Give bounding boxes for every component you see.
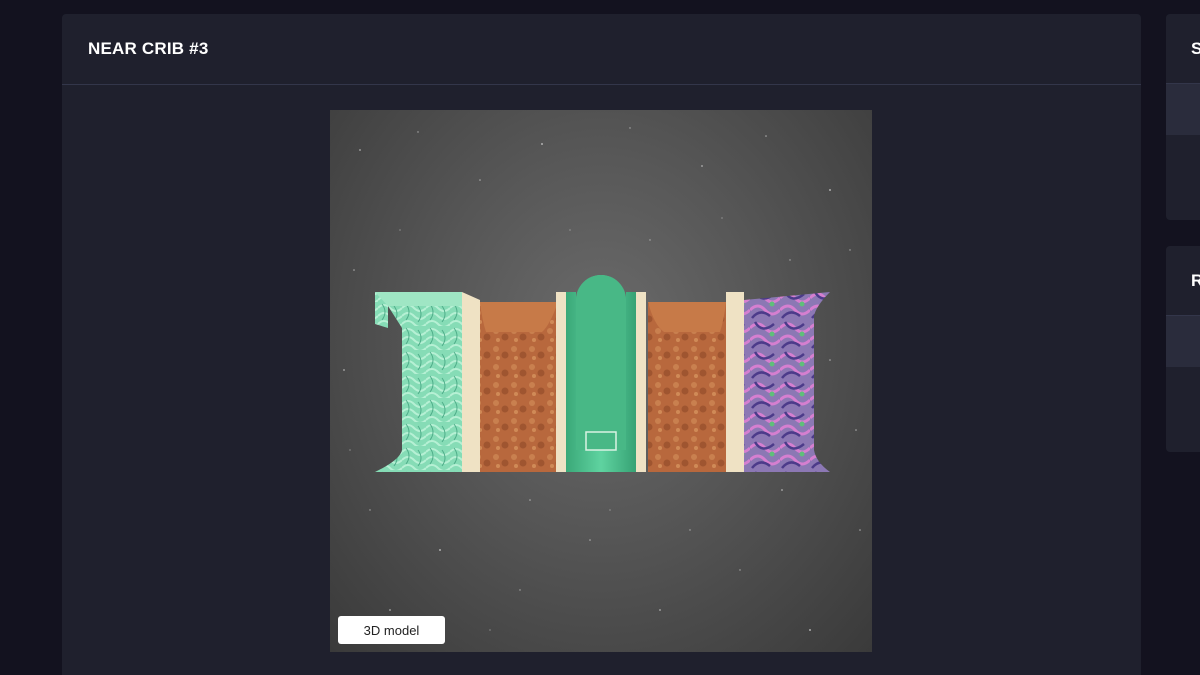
- side-panel-top-title: S: [1191, 38, 1200, 58]
- side-panel-top-row[interactable]: [1166, 84, 1200, 135]
- side-panel-top: S: [1166, 14, 1200, 220]
- side-panel-bottom: R: [1166, 246, 1200, 452]
- side-panel-bottom-row[interactable]: [1166, 316, 1200, 367]
- nft-title: NEAR CRIB #3: [88, 39, 209, 58]
- side-panel-bottom-body: [1166, 367, 1200, 452]
- side-panel-top-body: [1166, 135, 1200, 220]
- nft-card: NEAR CRIB #3 3D model: [62, 14, 1141, 675]
- side-panel-top-header: S: [1166, 14, 1200, 84]
- model-render: [343, 127, 861, 631]
- card-header: NEAR CRIB #3: [62, 14, 1141, 85]
- copper-panel-right: [648, 292, 744, 472]
- 3d-model-button[interactable]: 3D model: [338, 616, 445, 644]
- side-panel-bottom-header: R: [1166, 246, 1200, 316]
- copper-panel-left: [462, 292, 558, 472]
- mint-panel: [375, 292, 462, 472]
- jade-center-panel: [556, 275, 646, 472]
- purple-panel: [744, 292, 830, 472]
- model-viewer[interactable]: 3D model: [330, 110, 872, 652]
- side-panel-bottom-title: R: [1191, 270, 1200, 290]
